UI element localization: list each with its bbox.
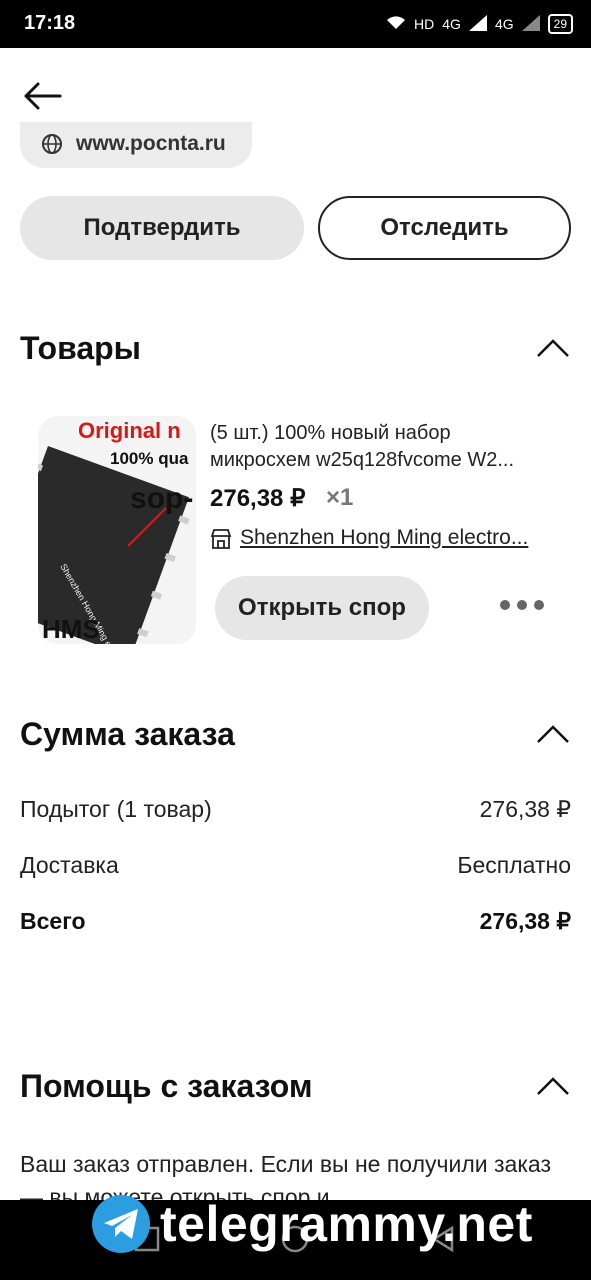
arrow-left-icon: [24, 82, 62, 110]
total-label: Всего: [20, 908, 86, 934]
telegram-logo-icon: [92, 1195, 150, 1253]
product-title-line1: (5 шт.) 100% новый набор: [210, 422, 451, 444]
image-text-original: Original n: [78, 418, 181, 443]
delivery-value: Бесплатно: [457, 852, 571, 878]
store-link[interactable]: Shenzhen Hong Ming electro...: [240, 526, 560, 550]
subtotal-label: Подытог (1 товар): [20, 796, 212, 822]
image-text-hms: HMS: [42, 614, 100, 644]
signal-icon: [468, 14, 487, 34]
more-options-icon[interactable]: [500, 600, 546, 616]
products-section-title: Товары: [20, 330, 141, 366]
network-label-b: 4G: [494, 16, 514, 32]
confirm-button[interactable]: Подтвердить: [20, 196, 304, 260]
back-button[interactable]: [20, 74, 64, 118]
chevron-up-icon[interactable]: [535, 722, 571, 746]
battery-indicator: 29: [547, 14, 573, 34]
image-text-sop: sop-: [130, 482, 193, 515]
product-image[interactable]: Original n 100% qua sop- Shenzhen Hong M…: [38, 416, 196, 644]
tracking-site-link[interactable]: www.pocnta.ru: [20, 122, 252, 168]
product-title[interactable]: (5 шт.) 100% новый набор микросхем w25q1…: [210, 420, 570, 474]
store-icon: [210, 529, 232, 549]
track-button[interactable]: Отследить: [318, 196, 571, 260]
total-value: 276,38 ₽: [479, 908, 571, 934]
hd-badge: HD: [414, 16, 435, 32]
product-title-line2: микросхем w25q128fvcome W2...: [210, 449, 514, 471]
order-help-title: Помощь с заказом: [20, 1068, 313, 1104]
globe-icon: [42, 134, 62, 154]
chevron-up-icon[interactable]: [535, 336, 571, 360]
delivery-label: Доставка: [20, 852, 119, 878]
status-time: 17:18: [24, 12, 76, 34]
signal-icon: [521, 14, 540, 34]
chevron-up-icon[interactable]: [535, 1074, 571, 1098]
tracking-site-text: www.pocnta.ru: [76, 132, 226, 155]
product-price: 276,38 ₽: [210, 485, 306, 512]
status-bar: 17:18 HD 4G 4G 29: [0, 0, 591, 48]
subtotal-value: 276,38 ₽: [479, 796, 571, 822]
wifi-icon: [386, 15, 406, 34]
open-dispute-button[interactable]: Открыть спор: [215, 576, 429, 640]
status-icons: HD 4G 4G 29: [386, 14, 573, 34]
watermark: telegrammy.net: [90, 1194, 533, 1254]
image-text-quality: 100% qua: [110, 449, 189, 468]
watermark-text: telegrammy.net: [160, 1196, 533, 1252]
order-summary-title: Сумма заказа: [20, 716, 235, 752]
product-quantity: ×1: [326, 484, 354, 511]
network-label-a: 4G: [442, 16, 461, 32]
